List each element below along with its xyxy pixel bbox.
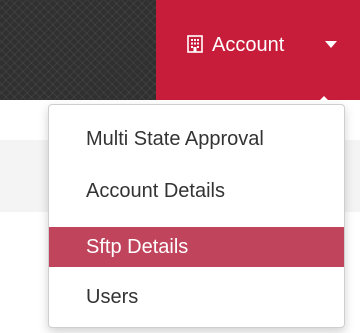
caret-down-icon — [325, 41, 337, 48]
account-menu-toggle[interactable]: Account — [156, 0, 360, 100]
page: Account Multi State Approval Account Det… — [0, 0, 360, 333]
account-dropdown-menu: Multi State Approval Account Details Sft… — [48, 104, 345, 328]
dropdown-pointer — [316, 96, 332, 104]
menu-item-sftp-details[interactable]: Sftp Details — [49, 227, 344, 267]
account-menu-label: Account — [212, 34, 285, 56]
top-navbar: Account — [0, 0, 360, 100]
menu-item-account-details[interactable]: Account Details — [49, 171, 344, 211]
menu-item-multi-state-approval[interactable]: Multi State Approval — [49, 119, 344, 159]
building-icon — [187, 35, 203, 53]
menu-item-users[interactable]: Users — [49, 277, 344, 317]
